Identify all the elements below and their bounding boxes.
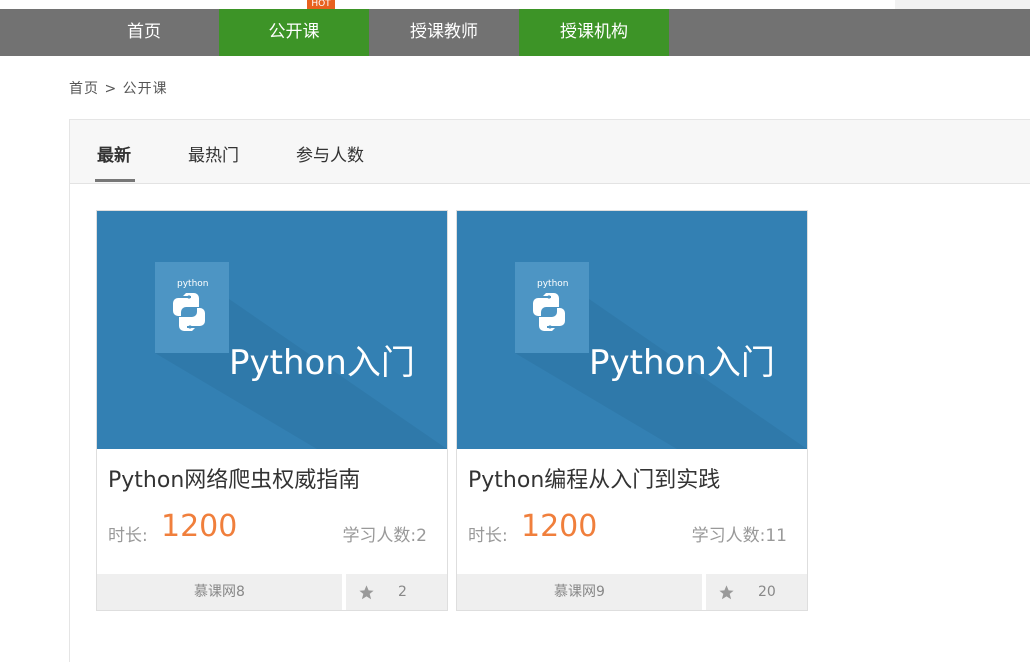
students-info: 学习人数:11 (692, 521, 787, 546)
hot-badge: HOT (307, 0, 335, 9)
favorite-count: 20 (758, 584, 776, 600)
breadcrumb: 首页 > 公开课 (69, 78, 168, 98)
tab-participants[interactable]: 参与人数 (296, 141, 364, 166)
organization-name[interactable]: 慕课网8 (97, 574, 342, 610)
breadcrumb-current: 公开课 (122, 81, 168, 97)
organization-name[interactable]: 慕课网9 (457, 574, 702, 610)
python-logo-icon (155, 262, 229, 353)
course-cover-image[interactable]: python Python入门 (97, 211, 447, 449)
top-nav: 首页 公开课 授课教师 授课机构 (0, 9, 1030, 56)
breadcrumb-home-link[interactable]: 首页 (69, 81, 99, 97)
topbar-right-area (895, 0, 1030, 9)
students-count: 11 (765, 526, 787, 546)
nav-item-organizations[interactable]: 授课机构 (519, 9, 669, 56)
python-logo-icon (515, 262, 589, 353)
card-footer: 慕课网9 20 (457, 574, 807, 610)
nav-item-teachers[interactable]: 授课教师 (369, 9, 519, 56)
students-info: 学习人数:2 (342, 521, 427, 546)
tab-latest[interactable]: 最新 (97, 141, 131, 166)
active-tab-indicator (95, 179, 135, 182)
favorite-button[interactable]: 2 (346, 574, 447, 610)
sort-tabs: 最新 最热门 参与人数 (70, 120, 1030, 184)
tab-hottest[interactable]: 最热门 (188, 141, 239, 166)
favorite-count: 2 (398, 584, 407, 600)
course-card[interactable]: python Python入门 Python网络爬虫权威指南 时长: 1200 … (96, 210, 448, 611)
nav-item-open-courses[interactable]: 公开课 (219, 9, 369, 56)
breadcrumb-separator: > (104, 81, 118, 97)
cover-title-text: Python入门 (589, 343, 775, 383)
students-label: 学习人数: (342, 526, 417, 546)
logo-text: python (537, 279, 568, 289)
logo-text: python (177, 279, 208, 289)
students-label: 学习人数: (691, 526, 766, 546)
star-icon (359, 585, 374, 600)
duration-label: 时长: (108, 526, 148, 546)
card-footer: 慕课网8 2 (97, 574, 447, 610)
cover-title-text: Python入门 (229, 343, 415, 383)
nav-item-home[interactable]: 首页 (69, 9, 219, 56)
course-cover-image[interactable]: python Python入门 (457, 211, 807, 449)
course-title[interactable]: Python网络爬虫权威指南 (108, 462, 360, 494)
course-card[interactable]: python Python入门 Python编程从入门到实践 时长: 1200 … (456, 210, 808, 611)
star-icon (719, 585, 734, 600)
duration-value: 1200 (521, 509, 598, 544)
course-title[interactable]: Python编程从入门到实践 (468, 462, 720, 494)
duration-value: 1200 (161, 509, 238, 544)
favorite-button[interactable]: 20 (706, 574, 807, 610)
duration-label: 时长: (468, 526, 508, 546)
students-count: 2 (416, 526, 427, 546)
